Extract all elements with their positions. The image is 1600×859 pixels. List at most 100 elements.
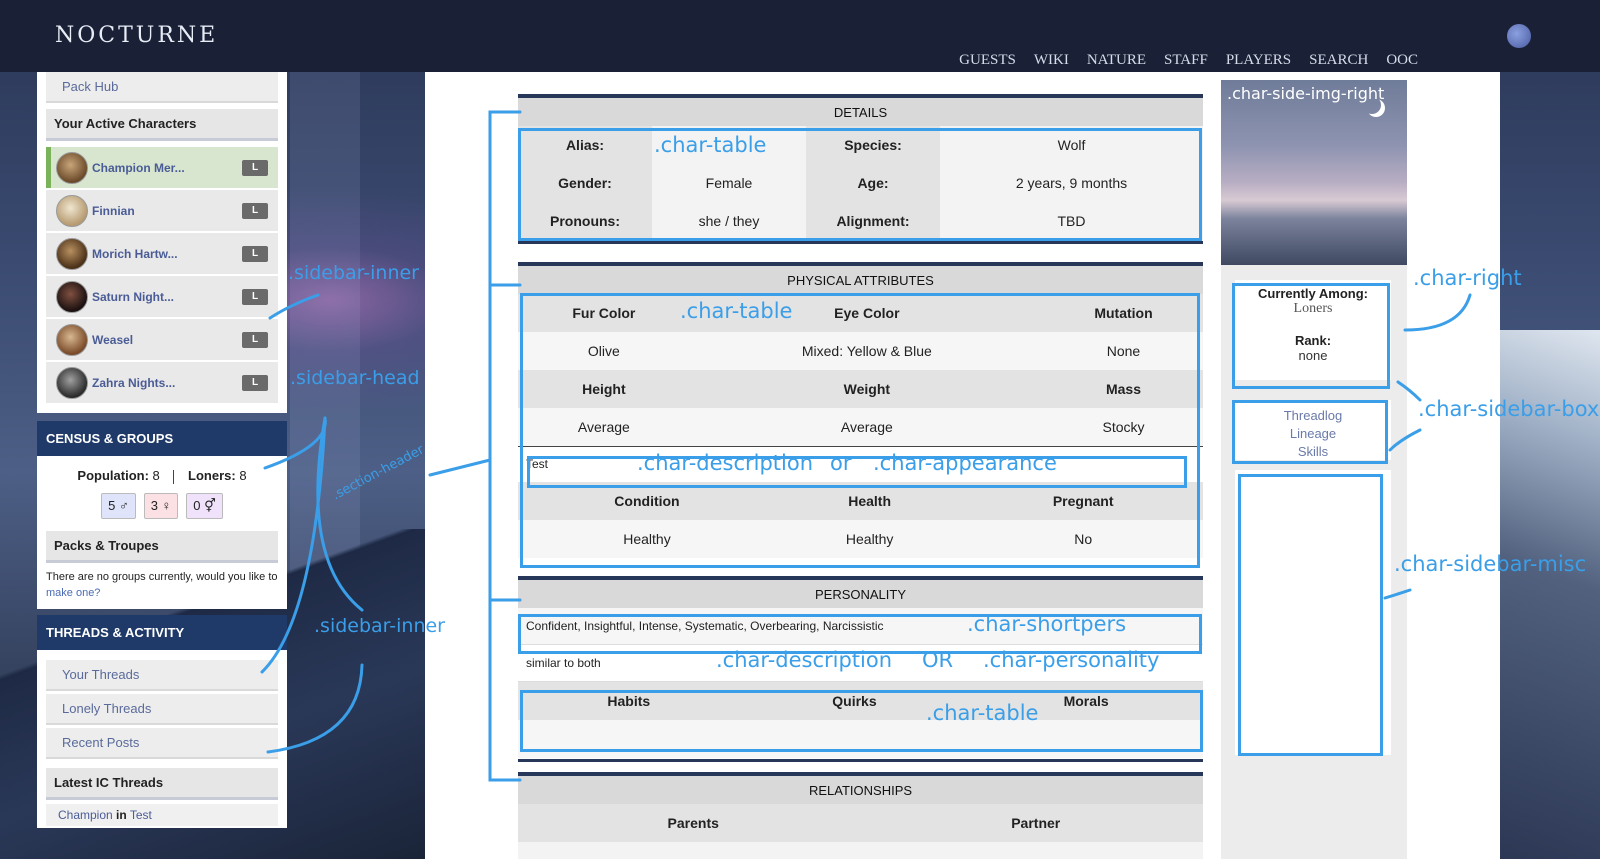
table-cell: 2 years, 9 months	[940, 164, 1203, 202]
census-counts: Population: 8 Loners: 8	[46, 468, 278, 484]
groups-message: There are no groups currently, would you…	[46, 567, 278, 601]
character-name: Saturn Night...	[92, 289, 174, 304]
character-avatar	[56, 280, 88, 313]
table-cell: Gender:	[518, 164, 652, 202]
sidebar-links-box: Threadlog Lineage Skills	[1235, 400, 1391, 460]
table-row: Alias: Species: Wolf	[518, 126, 1203, 164]
character-row[interactable]: Finnian L	[46, 190, 278, 231]
population-label: Population:	[77, 468, 149, 483]
table-row: Pronouns: she / they Alignment: TBD	[518, 202, 1203, 240]
recent-posts-link[interactable]: Recent Posts	[46, 727, 278, 759]
skills-link[interactable]: Skills	[1235, 443, 1391, 461]
latest-in: in	[116, 807, 127, 822]
relationships-header: RELATIONSHIPS	[518, 772, 1203, 804]
male-count-chip: 5 ♂	[101, 492, 136, 519]
character-name: Weasel	[92, 332, 134, 347]
site-logo[interactable]: NOCTURNE	[55, 23, 218, 48]
annotation-label: .sidebar-head	[290, 367, 420, 389]
status-badge: L	[242, 331, 268, 348]
your-threads-link[interactable]: Your Threads	[46, 659, 278, 691]
table-cell: Species:	[806, 126, 940, 164]
annotation-label: .char-sidebar-misc	[1394, 552, 1587, 576]
table-cell: Fur Color	[518, 294, 690, 332]
table-row: Condition Health Pregnant	[518, 482, 1203, 520]
loners-value: 8	[239, 468, 247, 483]
loners-label: Loners:	[188, 468, 236, 483]
female-count-chip: 3 ♀	[143, 492, 179, 519]
among-value: Loners	[1293, 301, 1333, 316]
table-row: Average Average Stocky	[518, 408, 1203, 446]
table-cell: Partner	[868, 804, 1203, 842]
census-heading: CENSUS & GROUPS	[37, 421, 287, 456]
lineage-link[interactable]: Lineage	[1235, 425, 1391, 443]
table-row: Healthy Healthy No	[518, 520, 1203, 558]
nav-players[interactable]: PLAYERS	[1226, 52, 1291, 69]
character-name: Champion Mer...	[92, 160, 185, 175]
nav-staff[interactable]: STAFF	[1164, 52, 1208, 69]
threadlog-link[interactable]: Threadlog	[1235, 407, 1391, 425]
latest-char-link[interactable]: Champion	[58, 808, 113, 822]
pack-hub-link[interactable]: Pack Hub	[46, 72, 278, 103]
latest-thread-item[interactable]: Champion in Test	[46, 803, 278, 826]
table-cell: Alignment:	[806, 202, 940, 240]
user-avatar[interactable]	[1507, 24, 1531, 48]
details-header: DETAILS	[518, 94, 1203, 126]
sidebar-inner-characters: Pack Hub Your Active Characters Champion…	[37, 72, 287, 413]
status-badge: L	[242, 202, 268, 219]
latest-thread-link[interactable]: Test	[130, 808, 152, 822]
nav-search[interactable]: SEARCH	[1309, 52, 1368, 69]
nav-nature[interactable]: NATURE	[1087, 52, 1146, 69]
table-row: Olive Mixed: Yellow & Blue None	[518, 332, 1203, 370]
annotation-label: or	[830, 451, 852, 475]
section-divider	[518, 758, 1203, 762]
character-side-image	[1221, 80, 1407, 265]
character-row[interactable]: Weasel L	[46, 319, 278, 360]
table-cell: Health	[775, 482, 964, 520]
sidebar-inner-threads: Your Threads Lonely Threads Recent Posts…	[37, 649, 287, 828]
character-profile: DETAILS Alias: Species: Wolf Gender: Fem…	[518, 94, 1203, 859]
divider	[173, 469, 175, 484]
character-row[interactable]: Zahra Nights... L	[46, 362, 278, 403]
table-row: Gender: Female Age: 2 years, 9 months	[518, 164, 1203, 202]
top-navbar: NOCTURNE GUESTS WIKI NATURE STAFF PLAYER…	[0, 0, 1600, 72]
annotation-label: .sidebar-inner	[288, 262, 419, 284]
character-avatar	[56, 366, 88, 399]
nav-wiki[interactable]: WIKI	[1034, 52, 1069, 69]
annotation-label: .char-right	[1413, 266, 1522, 290]
status-badge: L	[242, 245, 268, 262]
character-avatar	[56, 323, 88, 356]
currently-among-box: Currently Among: Loners Rank: none	[1235, 280, 1391, 380]
table-row: Parents Partner	[518, 804, 1203, 842]
character-row[interactable]: Morich Hartw... L	[46, 233, 278, 274]
table-cell: TBD	[940, 202, 1203, 240]
status-badge: L	[242, 159, 268, 176]
character-row[interactable]: Saturn Night... L	[46, 276, 278, 317]
lonely-threads-link[interactable]: Lonely Threads	[46, 693, 278, 725]
table-cell: she / they	[652, 202, 806, 240]
table-cell: Wolf	[940, 126, 1203, 164]
character-name: Finnian	[92, 203, 135, 218]
table-row: Fur Color Eye Color Mutation	[518, 294, 1203, 332]
rank-value: none	[1298, 348, 1328, 363]
table-cell: Pregnant	[963, 482, 1203, 520]
nav-ooc[interactable]: OOC	[1386, 52, 1418, 69]
make-group-link[interactable]: make one?	[46, 587, 100, 599]
nonbinary-count-chip: 0 ⚥	[186, 492, 223, 519]
table-cell: Alias:	[518, 126, 652, 164]
details-table: Alias: Species: Wolf Gender: Female Age:…	[518, 126, 1203, 240]
table-cell: Habits	[518, 682, 740, 720]
annotation-label: .char-appearance	[873, 451, 1057, 475]
table-cell: Stocky	[1043, 408, 1203, 446]
annotation-label: .char-description	[637, 451, 814, 475]
table-cell: Olive	[518, 332, 690, 370]
table-cell: Height	[518, 370, 690, 408]
character-avatar	[56, 237, 88, 270]
character-avatar	[56, 194, 88, 227]
nav-guests[interactable]: GUESTS	[959, 52, 1016, 69]
annotation-label: .sidebar-inner	[314, 615, 445, 637]
character-avatar	[56, 151, 88, 184]
character-row[interactable]: Champion Mer... L	[46, 147, 278, 188]
table-cell: No	[963, 520, 1203, 558]
table-cell: Female	[652, 164, 806, 202]
